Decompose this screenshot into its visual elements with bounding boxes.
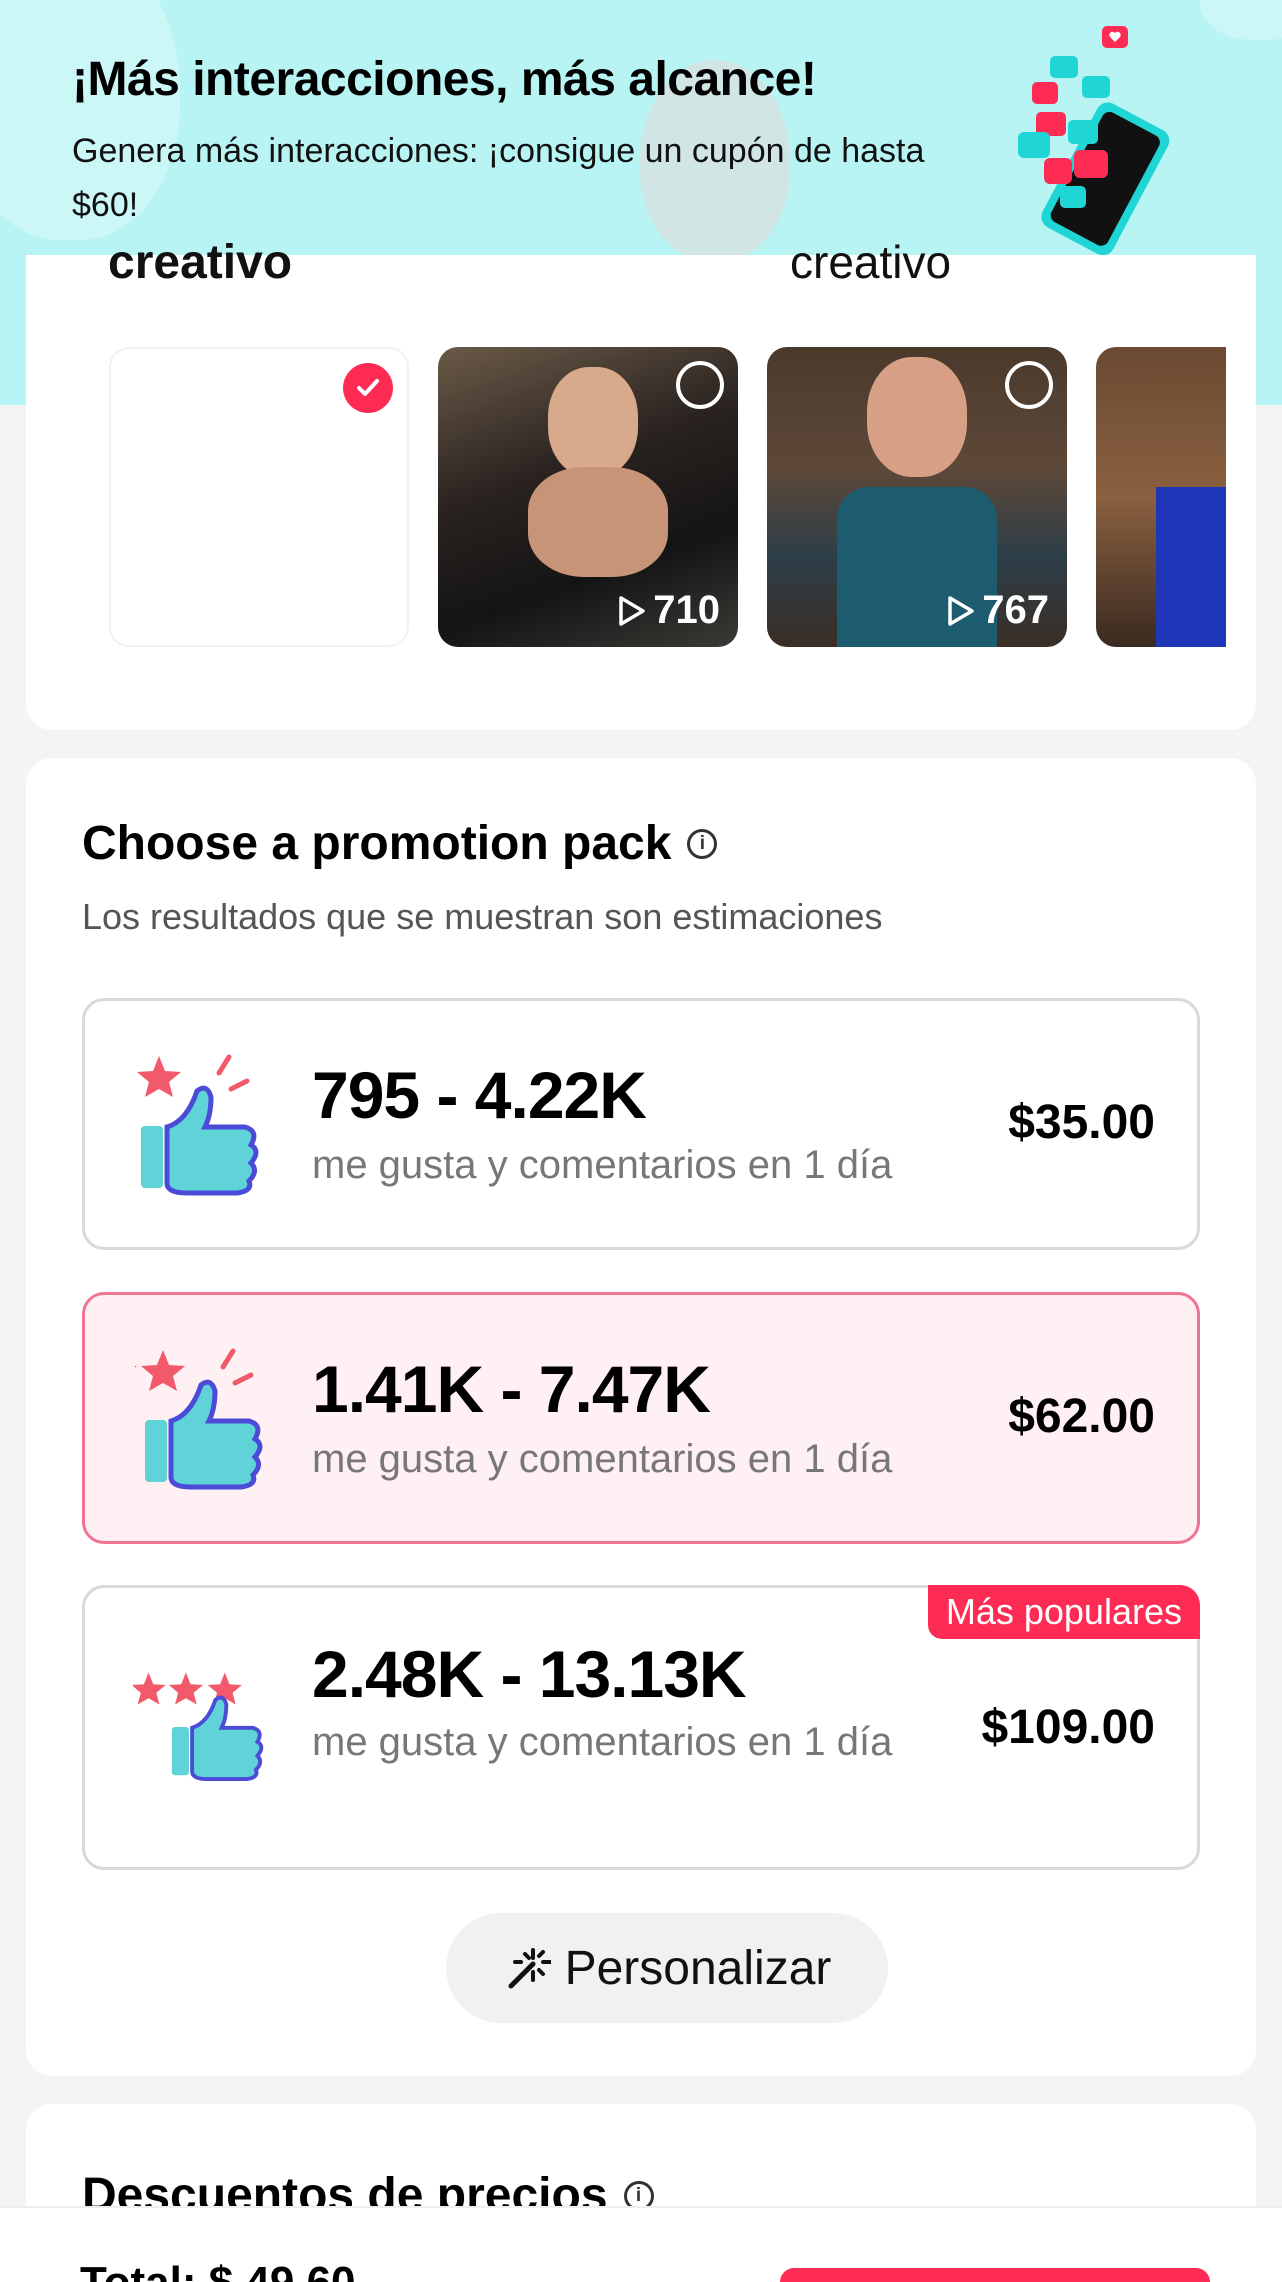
- content-thumbnail[interactable]: [1096, 347, 1226, 647]
- estimate-description: me gusta y comentarios en 1 día: [312, 1437, 893, 1481]
- estimate-range: 1.41K - 7.47K: [312, 1352, 711, 1426]
- customize-button[interactable]: Personalizar: [446, 1913, 888, 2023]
- thumbs-up-stars-icon: [137, 1054, 259, 1196]
- video-frame-person: [867, 357, 967, 477]
- banner-subtitle: Genera más interacciones: ¡consigue un c…: [72, 132, 925, 224]
- content-select-card: creativo creativo 710 767: [26, 236, 1256, 730]
- video-frame-person: [1156, 487, 1226, 647]
- pack-option[interactable]: 1.41K - 7.47K me gusta y comentarios en …: [82, 1292, 1200, 1544]
- section-title-partial: creativo: [790, 236, 952, 288]
- video-frame-person: [528, 467, 668, 577]
- view-count-text: 767: [982, 588, 1049, 632]
- section-subtitle: Los resultados que se muestran son estim…: [82, 896, 883, 937]
- content-thumbnail[interactable]: 710: [438, 347, 738, 647]
- view-count: 767: [946, 588, 1049, 633]
- estimate-range: 795 - 4.22K: [312, 1058, 647, 1132]
- total-price: Total: $ 49.60: [80, 2258, 356, 2282]
- pack-price: $35.00: [1008, 1096, 1155, 1149]
- flame-decoration: [1200, 0, 1282, 40]
- magic-wand-icon: [508, 1948, 551, 1989]
- play-icon: [948, 595, 974, 626]
- pack-price: $62.00: [1008, 1390, 1155, 1443]
- customize-label: Personalizar: [564, 1941, 832, 1995]
- select-radio[interactable]: [676, 361, 724, 409]
- promotion-pack-card: Choose a promotion pack i Los resultados…: [26, 758, 1256, 2076]
- pack-option[interactable]: 795 - 4.22K me gusta y comentarios en 1 …: [82, 998, 1200, 1250]
- video-frame-person: [548, 367, 638, 477]
- view-count: 710: [617, 588, 720, 633]
- checkout-bar: Total: $ 49.60: [0, 2206, 1282, 2282]
- content-thumbnail[interactable]: [109, 347, 409, 647]
- checkmark-icon: [343, 363, 393, 413]
- thumbs-up-stars-icon: [135, 1348, 263, 1490]
- content-thumbnail[interactable]: 767: [767, 347, 1067, 647]
- thumbs-up-stars-icon: [133, 1672, 264, 1782]
- estimate-description: me gusta y comentarios en 1 día: [312, 1143, 893, 1187]
- banner-title: ¡Más interacciones, más alcance!: [72, 53, 817, 106]
- estimate-range: 2.48K - 13.13K: [312, 1637, 747, 1711]
- section-title-partial: creativo: [108, 236, 293, 289]
- phone-hearts-illustration: [1018, 26, 1170, 256]
- pay-button[interactable]: [780, 2268, 1210, 2282]
- popular-badge: Más populares: [927, 1585, 1200, 1639]
- pack-price: $109.00: [981, 1701, 1155, 1754]
- pack-option[interactable]: Más populares 2.48K - 13.13K me gusta y …: [82, 1585, 1200, 1870]
- play-icon: [619, 595, 645, 626]
- section-title: Choose a promotion pack i: [82, 816, 718, 871]
- select-radio[interactable]: [1005, 361, 1053, 409]
- pack-title-text: Choose a promotion pack: [82, 817, 672, 870]
- view-count-text: 710: [653, 588, 720, 632]
- estimate-description: me gusta y comentarios en 1 día: [312, 1720, 893, 1764]
- info-icon[interactable]: i: [687, 828, 718, 859]
